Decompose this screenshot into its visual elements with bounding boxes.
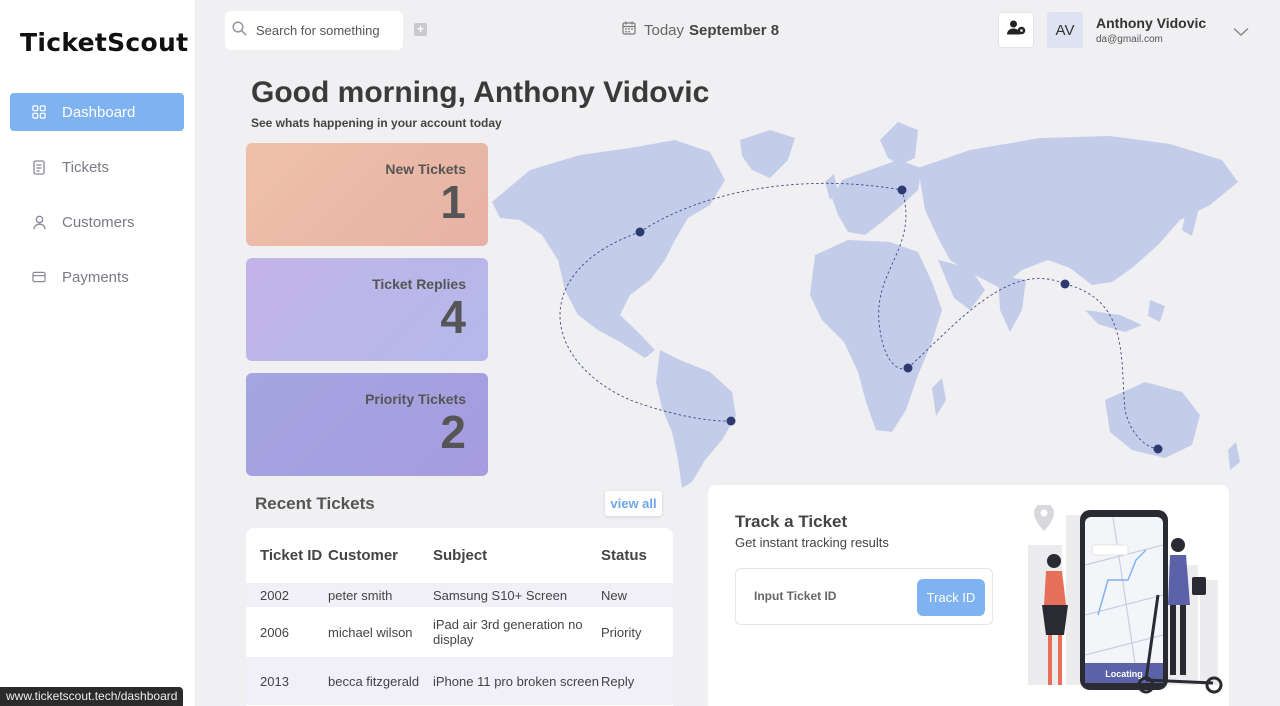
search-input[interactable] [256, 23, 386, 38]
table-row[interactable]: 2006 michael wilson iPad air 3rd generat… [246, 607, 673, 657]
avatar[interactable]: AV [1047, 12, 1083, 48]
sidebar-item-label: Tickets [62, 158, 109, 176]
sidebar: TicketScout Dashboard Tickets Customers … [0, 0, 196, 706]
stat-value: 1 [440, 176, 466, 228]
recent-tickets-title: Recent Tickets [255, 494, 375, 513]
locating-label: Locating [1105, 669, 1143, 679]
stat-card-new-tickets[interactable]: New Tickets 1 [246, 143, 488, 246]
cell-subject: Samsung S10+ Screen [433, 587, 568, 603]
sidebar-item-tickets[interactable]: Tickets [10, 148, 184, 186]
view-all-button[interactable]: view all [605, 491, 662, 516]
stat-label: Ticket Replies [372, 276, 466, 292]
calendar-icon [622, 21, 636, 39]
user-name: Anthony Vidovic [1096, 15, 1207, 31]
add-user-button[interactable] [998, 12, 1034, 48]
logo-text: TicketScout [20, 28, 189, 57]
track-ticket-panel: Track a Ticket Get instant tracking resu… [708, 485, 1229, 706]
column-header: Subject [433, 547, 488, 564]
cell-id: 2006 [260, 624, 289, 640]
track-id-button[interactable]: Track ID [917, 579, 985, 616]
page-title: Good morning, Anthony Vidovic [251, 76, 710, 109]
cell-customer: peter smith [328, 587, 393, 603]
sidebar-item-label: Dashboard [62, 103, 136, 121]
track-title: Track a Ticket [735, 512, 848, 531]
track-subtitle: Get instant tracking results [735, 535, 889, 550]
date-display: Today September 8 [622, 21, 779, 39]
sidebar-item-customers[interactable]: Customers [10, 203, 184, 241]
column-header: Ticket ID [260, 546, 323, 564]
table-header: Ticket ID Customer Subject Status [246, 528, 673, 583]
cell-status: Reply [601, 673, 635, 689]
sidebar-nav: Dashboard Tickets Customers Payments [10, 93, 184, 313]
stat-value: 4 [440, 291, 466, 343]
cell-status: Priority [601, 624, 642, 640]
world-map [492, 122, 1240, 488]
user-email: da@gmail.com [1096, 34, 1163, 45]
chevron-down-icon[interactable] [1233, 24, 1249, 42]
app-logo[interactable]: TicketScout [20, 28, 188, 57]
tracking-illustration: Locating [1028, 505, 1223, 694]
search-icon [232, 20, 247, 41]
table-row[interactable]: 2013 becca fitzgerald iPhone 11 pro brok… [246, 657, 673, 705]
cell-customer: becca fitzgerald [328, 673, 420, 689]
ticket-id-input[interactable] [754, 589, 894, 603]
cell-subject: iPhone 11 pro broken screen [433, 673, 599, 689]
cell-id: 2002 [260, 587, 289, 603]
cell-status: New [601, 587, 628, 603]
stat-card-priority-tickets[interactable]: Priority Tickets 2 [246, 373, 488, 476]
column-header: Status [601, 547, 647, 564]
table-row[interactable]: 2002 peter smith Samsung S10+ Screen New [246, 583, 673, 607]
user-settings-icon [1006, 20, 1026, 40]
cell-customer: michael wilson [328, 624, 413, 640]
column-header: Customer [328, 547, 399, 564]
add-icon[interactable]: + [414, 23, 427, 36]
stat-label: Priority Tickets [365, 391, 466, 407]
sidebar-item-label: Payments [62, 268, 129, 286]
date-prefix: Today [644, 21, 685, 39]
sidebar-item-dashboard[interactable]: Dashboard [10, 93, 184, 131]
track-form: Track ID [735, 568, 993, 625]
sidebar-item-payments[interactable]: Payments [10, 258, 184, 296]
sidebar-item-label: Customers [62, 213, 135, 231]
recent-tickets-table: Ticket ID Customer Subject Status 2002 p… [246, 528, 673, 706]
user-icon [32, 214, 46, 230]
card-icon [32, 269, 46, 285]
stat-card-ticket-replies[interactable]: Ticket Replies 4 [246, 258, 488, 361]
grid-icon [32, 104, 46, 120]
cell-subject: iPad air 3rd generation no display [433, 617, 583, 647]
page-subtitle: See whats happening in your account toda… [251, 116, 502, 130]
document-icon [32, 159, 46, 175]
search-bar[interactable] [225, 11, 403, 50]
date-value: September 8 [689, 21, 780, 39]
cell-id: 2013 [260, 673, 289, 689]
stat-value: 2 [440, 406, 466, 458]
browser-status-url: www.ticketscout.tech/dashboard [0, 687, 184, 706]
stat-label: New Tickets [385, 161, 466, 177]
